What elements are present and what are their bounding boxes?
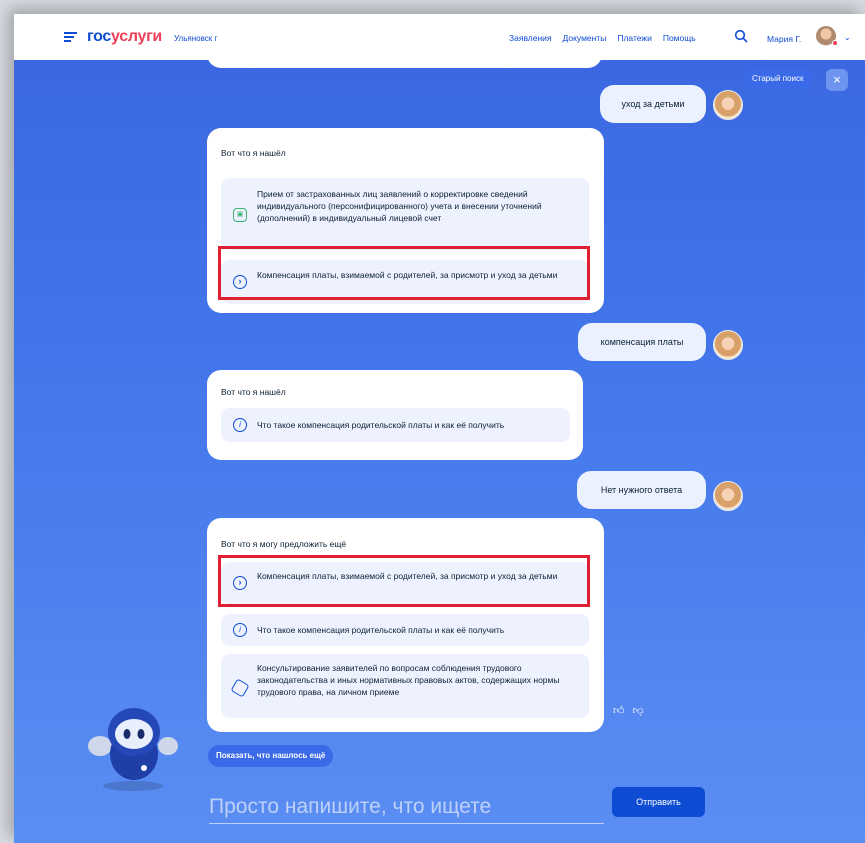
- avatar: [713, 481, 743, 511]
- close-icon[interactable]: ×: [826, 69, 848, 91]
- user-message-2: компенсация платы: [578, 323, 706, 361]
- result-card-text: Консультирование заявителей по вопросам …: [257, 663, 560, 697]
- user-message-3: Нет нужного ответа: [577, 471, 706, 509]
- user-message-text: компенсация платы: [600, 337, 684, 347]
- city-selector[interactable]: Ульяновск г: [174, 34, 217, 43]
- info-icon: i: [233, 623, 247, 637]
- menu-icon[interactable]: [64, 32, 77, 42]
- avatar: [713, 90, 743, 120]
- hexagon-icon: [230, 678, 250, 698]
- highlight-frame: [218, 246, 590, 300]
- service-icon: ▣: [233, 208, 247, 222]
- bot-message-2: Вот что я нашёл i Что такое компенсация …: [207, 370, 583, 460]
- nav-applications[interactable]: Заявления: [509, 33, 552, 43]
- result-card-text: Прием от застрахованных лиц заявлений о …: [257, 189, 542, 223]
- result-card[interactable]: i Что такое компенсация родительской пла…: [221, 614, 589, 646]
- bot-intro: Вот что я могу предложить ещё: [221, 539, 347, 549]
- feedback-controls: 👍︎ 👎︎: [613, 704, 644, 717]
- highlight-frame: [218, 555, 590, 607]
- nav-help[interactable]: Помощь: [663, 33, 696, 43]
- info-icon: i: [233, 418, 247, 432]
- logo-part-gos: гос: [87, 28, 112, 45]
- notification-dot: [832, 40, 838, 46]
- bot-intro: Вот что я нашёл: [221, 148, 286, 158]
- user-message-text: Нет нужного ответа: [600, 485, 683, 495]
- show-more-button[interactable]: Показать, что нашлось ещё: [208, 745, 334, 767]
- result-card[interactable]: Консультирование заявителей по вопросам …: [221, 654, 589, 718]
- thumbs-up-icon[interactable]: 👍︎: [613, 704, 625, 717]
- bot-message-3: Вот что я могу предложить ещё › Компенса…: [207, 518, 604, 732]
- logo-part-uslugi: услуги: [111, 28, 162, 45]
- gosuslugi-logo[interactable]: госуслуги: [87, 28, 162, 46]
- result-card[interactable]: i Что такое компенсация родительской пла…: [221, 408, 570, 442]
- result-card-text: Что такое компенсация родительской платы…: [257, 625, 505, 635]
- nav-payments[interactable]: Платежи: [617, 33, 651, 43]
- nav-documents[interactable]: Документы: [563, 33, 607, 43]
- user-message-text: уход за детьми: [621, 99, 685, 109]
- send-button[interactable]: Отправить: [612, 787, 705, 817]
- robot-mascot: [88, 708, 178, 791]
- thumbs-down-icon[interactable]: 👎︎: [633, 704, 644, 717]
- result-card[interactable]: ▣ Прием от застрахованных лиц заявлений …: [221, 178, 589, 250]
- top-nav: Заявления Документы Платежи Помощь: [509, 33, 696, 43]
- old-search-button[interactable]: Старый поиск: [744, 69, 812, 89]
- site-header: госуслуги Ульяновск г Заявления Документ…: [14, 14, 865, 60]
- search-icon[interactable]: [734, 29, 748, 43]
- chat-input[interactable]: [209, 790, 604, 824]
- user-message-1: уход за детьми: [600, 85, 706, 123]
- bot-intro: Вот что я нашёл: [221, 387, 286, 397]
- chevron-down-icon[interactable]: ⌄: [844, 33, 851, 42]
- avatar: [713, 330, 743, 360]
- user-name[interactable]: Мария Г.: [767, 34, 801, 44]
- app-frame: госуслуги Ульяновск г Заявления Документ…: [14, 14, 865, 843]
- result-card-text: Что такое компенсация родительской платы…: [257, 420, 505, 430]
